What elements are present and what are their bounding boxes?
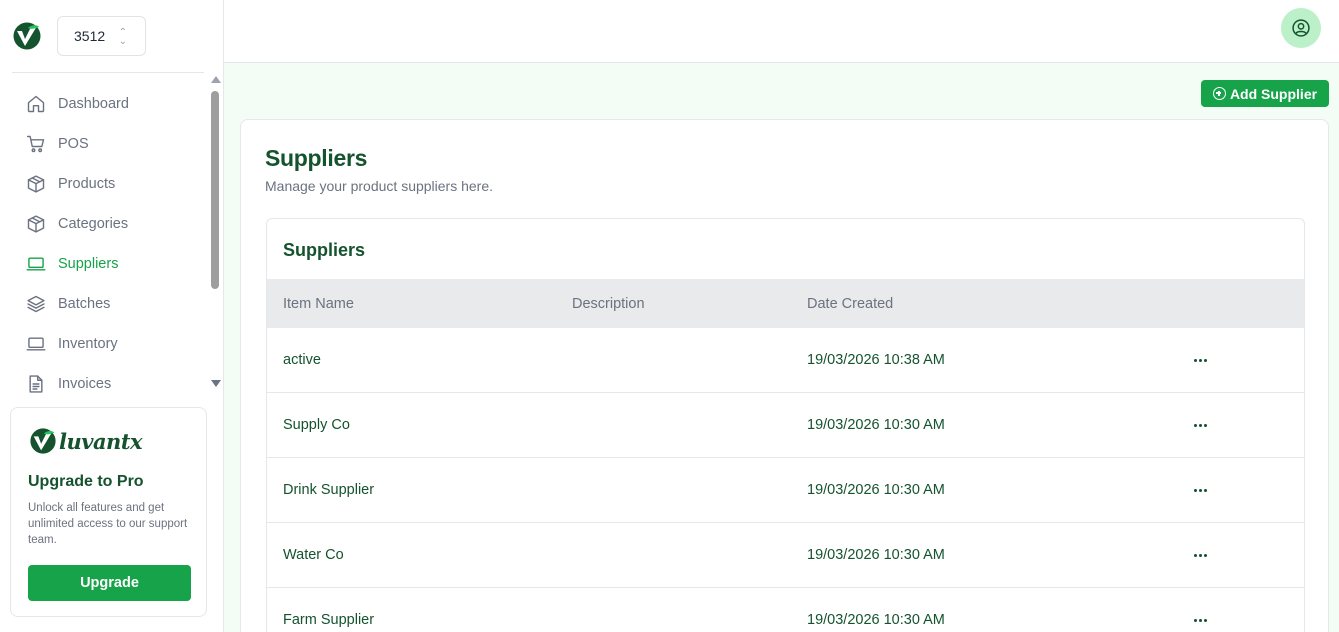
promo-title: Upgrade to Pro [28,473,144,490]
sidebar-item-label: Inventory [58,336,118,352]
table-row[interactable]: active 19/03/2026 10:38 AM [267,328,1304,393]
sidebar-item-pos[interactable]: POS [12,124,202,164]
sidebar-item-label: Dashboard [58,96,129,112]
cell-date-created: 19/03/2026 10:30 AM [807,612,945,628]
promo-logo: luvantx [29,424,143,458]
logo-icon [30,428,56,454]
sidebar-item-label: POS [58,136,89,152]
top-bar [224,0,1339,63]
table-header: Item Name Description Date Created [267,279,1304,328]
cell-item-name: active [283,352,321,368]
page-subtitle: Manage your product suppliers here. [265,178,494,194]
user-circle-icon [1292,19,1310,37]
table-row[interactable]: Supply Co 19/03/2026 10:30 AM [267,393,1304,458]
sidebar-item-label: Batches [58,296,111,312]
sidebar-item-products[interactable]: Products [12,164,202,204]
more-actions-icon[interactable] [1187,610,1213,630]
scroll-up-arrow-icon[interactable] [211,76,221,83]
scroll-down-arrow-icon[interactable] [211,380,221,387]
cell-date-created: 19/03/2026 10:38 AM [807,352,945,368]
sidebar-item-batches[interactable]: Batches [12,284,202,324]
cell-item-name: Drink Supplier [283,482,375,498]
add-supplier-button[interactable]: Add Supplier [1201,80,1329,107]
suppliers-card: Suppliers Manage your product suppliers … [240,119,1329,632]
more-actions-icon[interactable] [1187,350,1213,370]
sidebar-item-label: Categories [58,216,129,232]
sidebar-nav: Dashboard POS Products Categories Suppli… [12,84,202,404]
promo-text: Unlock all features and get unlimited ac… [28,502,188,546]
laptop-icon [26,254,46,274]
table-body: active 19/03/2026 10:38 AM Supply Co 19/… [267,328,1304,632]
cell-date-created: 19/03/2026 10:30 AM [807,547,945,563]
sidebar-scrollbar[interactable] [209,74,222,392]
document-icon [26,374,46,394]
column-header-description[interactable]: Description [572,296,645,312]
cell-date-created: 19/03/2026 10:30 AM [807,417,945,433]
plus-circle-icon [1212,87,1226,100]
chevron-up-down-icon: ⌃ ⌄ [118,27,127,47]
home-icon [26,94,46,114]
page-title: Suppliers [265,145,368,171]
table-title: Suppliers [283,240,366,260]
more-actions-icon[interactable] [1187,545,1213,565]
more-actions-icon[interactable] [1187,415,1213,435]
column-header-date-created[interactable]: Date Created [807,296,893,312]
sidebar-item-label: Suppliers [58,256,119,272]
brand-wordmark: luvantx [59,428,143,454]
main-content: Add Supplier Suppliers Manage your produ… [224,63,1339,632]
suppliers-table-card: Suppliers Item Name Description Date Cre… [266,218,1305,632]
cell-item-name: Farm Supplier [283,612,375,628]
divider [12,72,204,73]
box-icon [26,214,46,234]
store-select-value: 3512 [74,28,106,44]
store-select[interactable]: 3512 ⌃ ⌄ [57,16,146,56]
table-row[interactable]: Water Co 19/03/2026 10:30 AM [267,523,1304,588]
scroll-thumb[interactable] [211,91,219,289]
box-icon [26,174,46,194]
column-header-item-name[interactable]: Item Name [283,296,354,312]
logo-icon [13,22,41,50]
cell-item-name: Supply Co [283,417,350,433]
sidebar-item-label: Invoices [58,376,112,392]
brand-row: 3512 ⌃ ⌄ [0,0,223,73]
sidebar-item-invoices[interactable]: Invoices [12,364,202,404]
more-actions-icon[interactable] [1187,480,1213,500]
sidebar-item-suppliers[interactable]: Suppliers [12,244,202,284]
upgrade-promo-card: luvantx Upgrade to Pro Unlock all featur… [10,407,207,617]
sidebar-item-categories[interactable]: Categories [12,204,202,244]
cell-item-name: Water Co [283,547,344,563]
sidebar-item-label: Products [58,176,116,192]
sidebar: 3512 ⌃ ⌄ Dashboard POS Products Categorie… [0,0,224,632]
layers-icon [26,294,46,314]
laptop-icon [26,334,46,354]
upgrade-button[interactable]: Upgrade [28,565,191,601]
sidebar-item-inventory[interactable]: Inventory [12,324,202,364]
table-row[interactable]: Farm Supplier 19/03/2026 10:30 AM [267,588,1304,632]
user-avatar-button[interactable] [1281,8,1321,48]
add-supplier-label: Add Supplier [1229,85,1318,102]
cart-icon [26,134,46,154]
table-row[interactable]: Drink Supplier 19/03/2026 10:30 AM [267,458,1304,523]
sidebar-item-dashboard[interactable]: Dashboard [12,84,202,124]
cell-date-created: 19/03/2026 10:30 AM [807,482,945,498]
